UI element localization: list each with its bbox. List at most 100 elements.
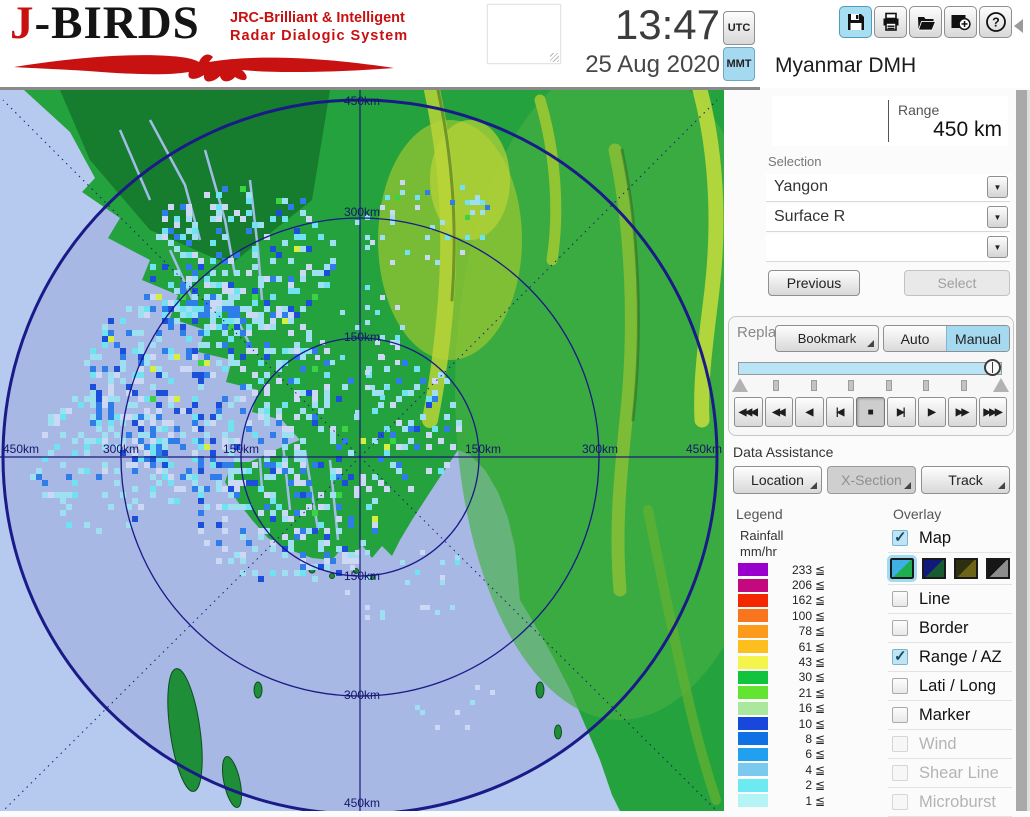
legend-operator: ≦: [815, 716, 826, 731]
previous-button[interactable]: Previous: [768, 270, 860, 296]
overlay-item-line[interactable]: Line: [888, 585, 1012, 614]
legend-value: 2: [805, 778, 812, 793]
location-button[interactable]: Location: [733, 466, 822, 494]
svg-text:450km: 450km: [344, 94, 380, 108]
auto-button[interactable]: Auto: [884, 326, 946, 351]
mmt-button[interactable]: MMT: [723, 47, 755, 81]
legend-value: 78: [798, 624, 812, 639]
select-button[interactable]: Select: [904, 270, 1010, 296]
legend-row: 8 ≦: [738, 731, 848, 746]
legend-row: 1 ≦: [738, 793, 848, 808]
svg-text:150km: 150km: [465, 442, 501, 456]
chevron-down-icon[interactable]: ▼: [987, 176, 1008, 198]
checkbox[interactable]: [892, 591, 908, 607]
legend-row: 43 ≦: [738, 654, 848, 669]
map-style-swatch[interactable]: [986, 558, 1010, 579]
open-folder-button[interactable]: [909, 6, 942, 38]
legend-value: 6: [805, 747, 812, 762]
transport-button-0[interactable]: ◀◀◀: [734, 397, 763, 427]
save-button[interactable]: [839, 6, 872, 38]
legend-operator: ≦: [815, 685, 826, 700]
checkbox[interactable]: [892, 647, 908, 665]
overlay-item-label: Marker: [919, 705, 971, 724]
transport-button-3[interactable]: |◀: [825, 397, 855, 427]
checkbox: [892, 794, 908, 810]
legend-row: 78 ≦: [738, 624, 848, 639]
overlay-item-marker[interactable]: Marker: [888, 701, 1012, 730]
svg-text:150km: 150km: [344, 330, 380, 344]
overlay-item-label: Microburst: [919, 792, 997, 811]
clock: 13:47 25 Aug 2020: [556, 2, 720, 79]
legend-operator: ≦: [815, 624, 826, 639]
scrollbar-strip[interactable]: [1016, 90, 1027, 811]
legend-unit-line1: Rainfall: [740, 528, 784, 543]
checkbox[interactable]: [892, 678, 908, 694]
legend-color-swatch: [738, 686, 768, 700]
radar-map[interactable]: 450km 300km 150km 150km 300km 450km 450k…: [0, 90, 724, 811]
manual-button[interactable]: Manual: [946, 326, 1009, 351]
legend-value: 8: [805, 731, 812, 746]
slider-tick: [810, 380, 817, 391]
bookmark-button[interactable]: Bookmark: [775, 325, 879, 352]
product-dropdown-value: Surface R: [774, 208, 846, 225]
legend-value: 21: [798, 685, 812, 700]
radar-map-canvas: 450km 300km 150km 150km 300km 450km 450k…: [0, 90, 724, 811]
time-slider-thumb[interactable]: [984, 359, 1001, 376]
overlay-item-range-az[interactable]: Range / AZ: [888, 643, 1012, 672]
overlay-list: Map Line Border Range / AZ Lati / Long Marker…: [887, 524, 1012, 817]
map-style-swatch[interactable]: [922, 558, 946, 579]
slider-tick: [960, 380, 967, 391]
extra-dropdown[interactable]: ▼: [766, 234, 1010, 262]
image-preview-box[interactable]: [487, 4, 561, 64]
checkbox[interactable]: [892, 620, 908, 636]
transport-button-6[interactable]: ▶: [917, 397, 947, 427]
station-title: Myanmar DMH: [775, 54, 917, 77]
legend-value: 30: [798, 670, 812, 685]
checkbox[interactable]: [892, 707, 908, 723]
legend-value: 16: [798, 701, 812, 716]
overlay-item-label: Range / AZ: [919, 647, 1002, 666]
legend-color-swatch: [738, 593, 768, 607]
overlay-item-microburst: Microburst: [888, 788, 1012, 817]
chevron-down-icon[interactable]: ▼: [987, 236, 1008, 258]
legend-row: 206 ≦: [738, 577, 848, 592]
overlay-item-map[interactable]: Map: [888, 524, 1012, 553]
clock-date: 25 Aug 2020: [585, 51, 720, 78]
help-icon: ?: [985, 12, 1006, 32]
overlay-item-border[interactable]: Border: [888, 614, 1012, 643]
transport-button-1[interactable]: ◀◀: [764, 397, 794, 427]
print-button[interactable]: [874, 6, 907, 38]
print-icon: [883, 12, 898, 31]
utc-button[interactable]: UTC: [723, 11, 755, 45]
checkbox[interactable]: [892, 528, 908, 546]
map-style-swatch[interactable]: [954, 558, 978, 579]
help-button[interactable]: ?: [979, 6, 1012, 38]
time-slider-track[interactable]: [738, 362, 1002, 375]
track-button[interactable]: Track: [921, 466, 1010, 494]
product-dropdown[interactable]: Surface R ▼: [766, 204, 1010, 232]
chevron-down-icon[interactable]: ▼: [987, 206, 1008, 228]
slider-tick: [848, 380, 854, 391]
svg-text:300km: 300km: [344, 205, 380, 219]
transport-button-7[interactable]: ▶▶: [948, 397, 977, 427]
capture-button[interactable]: [944, 6, 977, 38]
transport-button-5[interactable]: ▶|: [886, 397, 916, 427]
map-style-swatch[interactable]: [887, 555, 917, 582]
panel-collapse-arrow-icon[interactable]: [1014, 19, 1023, 33]
legend-row: 6 ≦: [738, 747, 848, 762]
control-panel: Range 450 km Selection Yangon ▼ Surface …: [724, 90, 1016, 817]
x-section-button[interactable]: X-Section: [827, 466, 916, 494]
slider-tick: [773, 380, 779, 391]
transport-button-4[interactable]: ■: [856, 397, 885, 427]
svg-text:300km: 300km: [103, 442, 139, 456]
transport-button-2[interactable]: ◀: [795, 397, 824, 427]
legend-value: 43: [798, 655, 812, 670]
svg-text:150km: 150km: [344, 569, 380, 583]
site-dropdown[interactable]: Yangon ▼: [766, 174, 1010, 202]
legend-row: 16 ≦: [738, 701, 848, 716]
transport-button-8[interactable]: ▶▶▶: [978, 397, 1008, 427]
checkbox: [892, 736, 908, 752]
legend-operator: ≦: [815, 562, 826, 577]
svg-text:450km: 450km: [3, 442, 39, 456]
overlay-item-lati-long[interactable]: Lati / Long: [888, 672, 1012, 701]
